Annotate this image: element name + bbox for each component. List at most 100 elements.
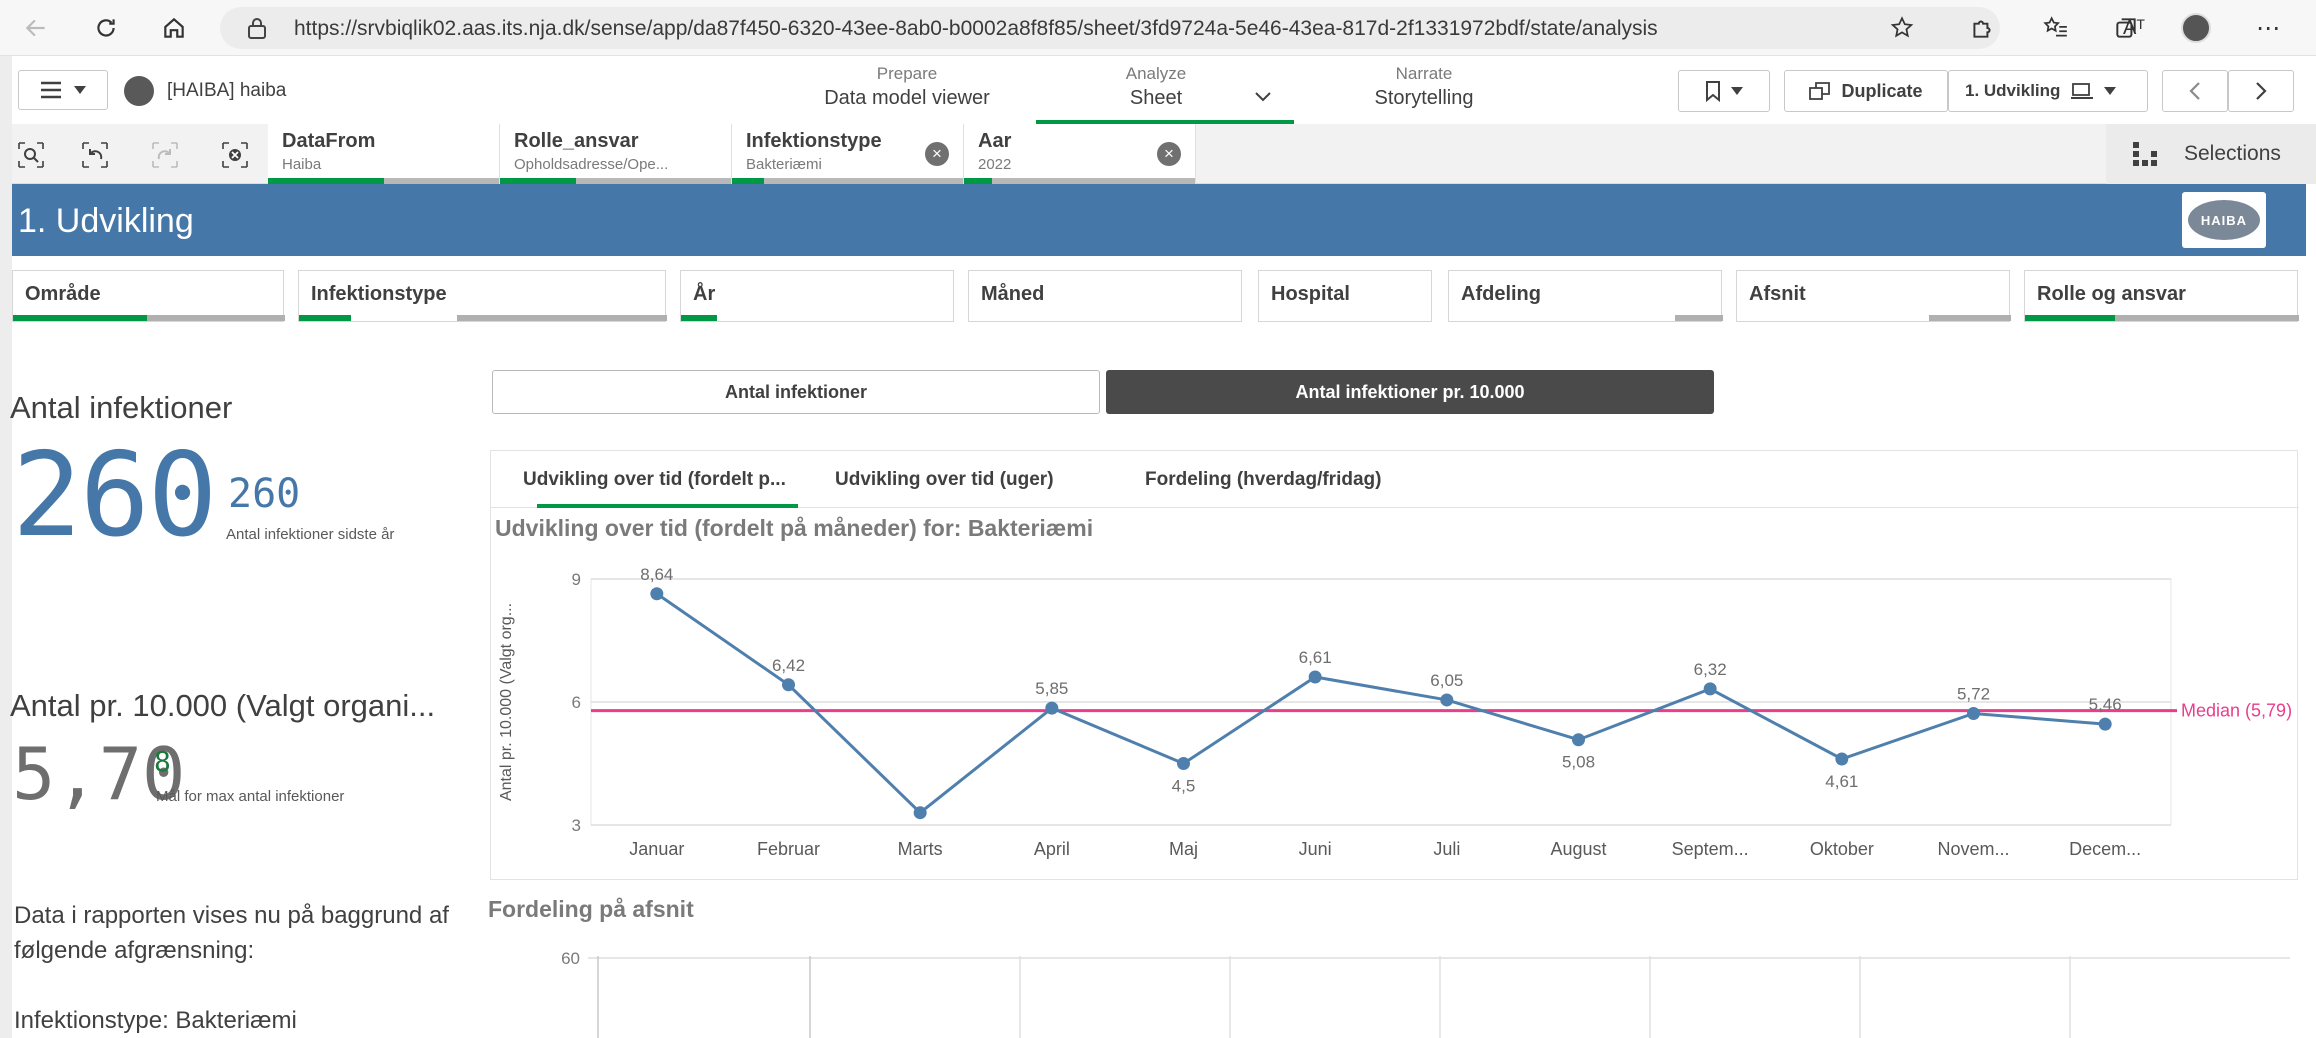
data-point <box>2098 717 2112 731</box>
filter-state-bar <box>13 315 285 321</box>
filter-maaned[interactable]: Måned <box>968 270 1242 322</box>
x-tick-label: Septem... <box>1672 839 1749 859</box>
caret-down-icon <box>2104 87 2117 95</box>
extensions-button[interactable] <box>1962 8 2002 48</box>
clear-all-button[interactable] <box>218 138 252 172</box>
data-point <box>1967 706 1980 720</box>
sheet-title: 1. Udvikling <box>18 202 194 240</box>
filter-state-bar <box>1737 315 2011 321</box>
home-button[interactable] <box>154 8 194 48</box>
pill-value: Haiba <box>282 156 322 173</box>
filter-state-bar <box>2025 315 2299 321</box>
qlik-toolbar: [HAIBA] haiba Prepare Data model viewer … <box>12 56 2316 126</box>
y-tick-label: 9 <box>572 570 581 589</box>
caret-down-icon <box>74 86 86 94</box>
pill-title: Infektionstype <box>746 130 882 152</box>
smart-search-button[interactable] <box>14 138 48 172</box>
data-label: 5,72 <box>1957 684 1990 703</box>
global-menu-button[interactable] <box>18 70 108 110</box>
url-text: https://srvbiqlik02.aas.its.nja.dk/sense… <box>294 17 1658 40</box>
pill-title: Aar <box>978 130 1012 152</box>
remove-selection-icon[interactable]: × <box>1157 142 1181 166</box>
remove-selection-icon[interactable]: × <box>925 142 949 166</box>
mode-analyze-value: Sheet <box>1129 87 1183 109</box>
profile-avatar[interactable] <box>2176 8 2216 48</box>
add-favorite-button[interactable] <box>1882 8 1922 48</box>
filter-state-bar <box>1449 315 1723 321</box>
caret-down-icon <box>1731 87 1743 95</box>
filter-label: Afsnit <box>1749 283 1806 305</box>
selection-pill-rolle-ansvar[interactable]: Rolle_ansvar Opholdsadresse/Ope... <box>500 124 732 184</box>
previous-sheet-button[interactable] <box>2162 70 2228 112</box>
selection-pill-infektionstype[interactable]: Infektionstype Bakteriæmi × <box>732 124 964 184</box>
filter-ar[interactable]: År <box>680 270 954 322</box>
refresh-icon <box>97 19 115 37</box>
data-point <box>1045 701 1059 715</box>
mode-narrate[interactable]: Narrate Storytelling <box>1304 64 1544 110</box>
tab-active-indicator <box>537 504 798 508</box>
search-selection-icon <box>18 142 44 168</box>
bookmark-button[interactable] <box>1678 70 1770 112</box>
favorites-list-icon <box>2043 16 2067 37</box>
filter-label: Måned <box>981 283 1045 305</box>
count-button[interactable]: Antal infektioner <box>492 370 1100 414</box>
tab-weekday-holiday[interactable]: Fordeling (hverdag/fridag) <box>1145 469 1381 491</box>
tab-monthly[interactable]: Udvikling over tid (fordelt p... <box>523 469 786 491</box>
filter-omrade[interactable]: Område <box>12 270 285 322</box>
settings-more-button[interactable]: ⋯ <box>2248 8 2288 48</box>
pill-value: Opholdsadresse/Ope... <box>514 156 669 173</box>
distribution-title: Fordeling på afsnit <box>488 896 694 922</box>
selections-button[interactable]: Selections <box>2106 124 2316 184</box>
data-label: 5,46 <box>2089 695 2122 714</box>
address-bar[interactable]: https://srvbiqlik02.aas.its.nja.dk/sense… <box>220 7 2000 49</box>
sheet-header: 1. Udvikling HAIBA <box>12 184 2306 256</box>
y-axis-label: Antal pr. 10.000 (Valgt org... <box>498 603 515 801</box>
x-tick-label: Juli <box>1433 839 1460 859</box>
selection-pill-aar[interactable]: Aar 2022 × <box>964 124 1196 184</box>
data-point <box>1440 693 1454 707</box>
kpi-value-target: 8 <box>154 745 171 778</box>
chevron-down-icon[interactable] <box>1255 92 1271 102</box>
mode-prepare-label: Prepare <box>876 64 938 83</box>
filter-rolle-og-ansvar[interactable]: Rolle og ansvar <box>2024 270 2299 322</box>
selection-pill-datafrom[interactable]: DataFrom Haiba <box>268 124 500 184</box>
x-tick-label: Marts <box>898 839 943 859</box>
mode-analyze[interactable]: Analyze Sheet <box>1036 64 1276 110</box>
favorites-button[interactable] <box>2036 8 2076 48</box>
mode-prepare[interactable]: Prepare Data model viewer <box>787 64 1027 110</box>
data-label: 5,85 <box>1035 679 1068 698</box>
filter-afsnit[interactable]: Afsnit <box>1736 270 2011 322</box>
data-label: 4,5 <box>1172 777 1196 796</box>
star-add-icon <box>1890 16 1914 38</box>
chart-container: Udvikling over tid (fordelt p... Udvikli… <box>490 450 2299 880</box>
logo-mark: HAIBA <box>2188 200 2260 240</box>
bookmark-icon <box>1706 81 1720 102</box>
next-sheet-button[interactable] <box>2228 70 2294 112</box>
haiba-logo: HAIBA <box>2182 192 2266 248</box>
x-tick-label: April <box>1034 839 1070 859</box>
browser-toolbar: https://srvbiqlik02.aas.its.nja.dk/sense… <box>0 0 2316 56</box>
per10000-button[interactable]: Antal infektioner pr. 10.000 <box>1106 370 1714 414</box>
filter-infektionstype[interactable]: Infektionstype <box>298 270 667 322</box>
step-back-icon <box>82 142 108 168</box>
back-button[interactable] <box>16 8 56 48</box>
line-chart[interactable]: 3 6 9 Antal pr. 10.000 (Valgt org... Januar F… <box>491 535 2297 875</box>
filter-hospital[interactable]: Hospital <box>1258 270 1432 322</box>
chevron-left-icon <box>2189 82 2200 100</box>
refresh-button[interactable] <box>86 8 126 48</box>
collections-button-2[interactable] <box>2106 8 2146 48</box>
step-forward-button[interactable] <box>148 138 182 172</box>
distribution-chart[interactable]: 60 <box>490 926 2300 1038</box>
kpi-caption-target: Mål for max antal infektioner <box>156 788 345 805</box>
duplicate-button[interactable]: Duplicate <box>1784 70 1948 112</box>
filter-label: Afdeling <box>1461 283 1541 305</box>
filter-afdeling[interactable]: Afdeling <box>1448 270 1723 322</box>
step-back-button[interactable] <box>78 138 112 172</box>
data-label: 4,61 <box>1825 772 1858 791</box>
sheet-selector[interactable]: 1. Udvikling <box>1948 70 2148 112</box>
tab-weekly[interactable]: Udvikling over tid (uger) <box>835 469 1054 491</box>
sheet-selector-label: 1. Udvikling <box>1965 81 2061 100</box>
info-line-1: Data i rapporten vises nu på baggrund af <box>14 902 449 929</box>
data-point <box>782 678 795 692</box>
x-tick-label: Oktober <box>1810 839 1874 859</box>
